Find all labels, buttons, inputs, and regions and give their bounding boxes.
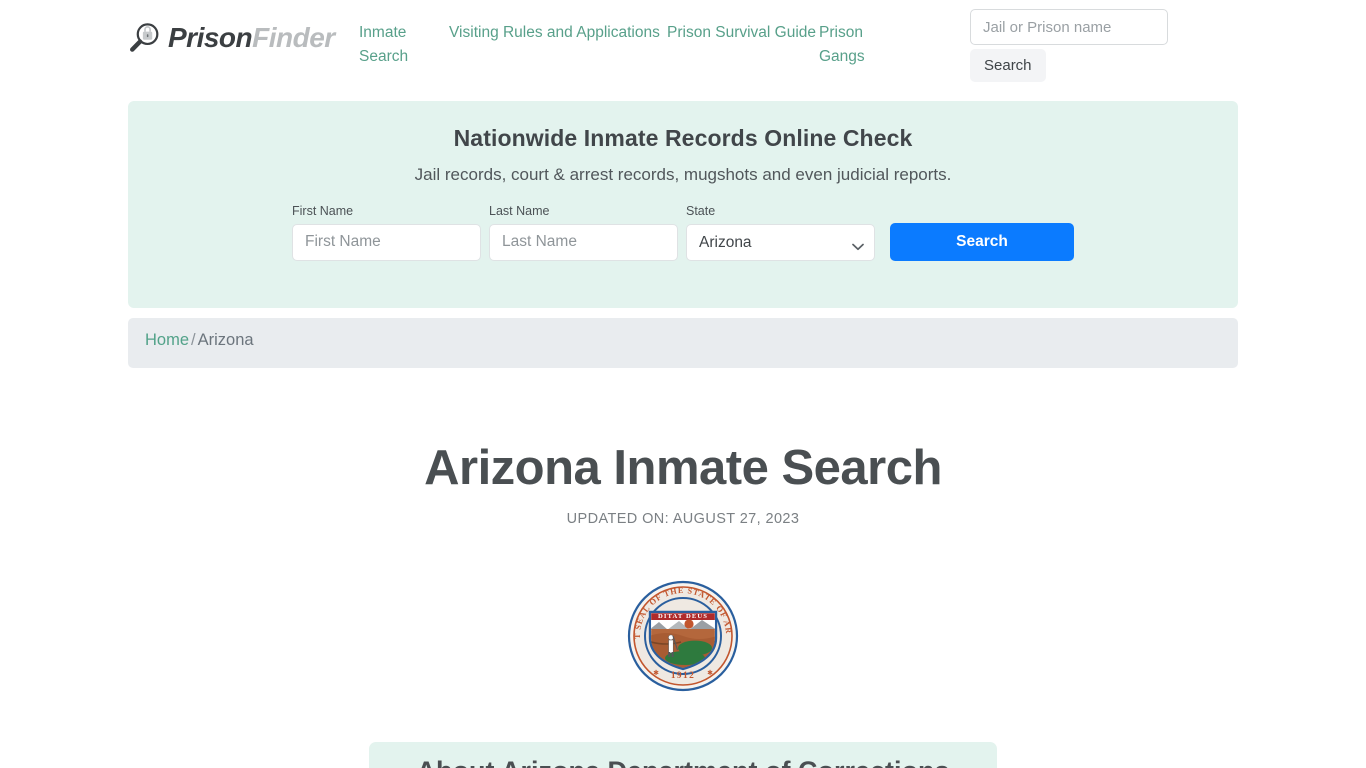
last-name-input[interactable] [489, 223, 678, 261]
form-fields-row: Arizona Search [292, 223, 1074, 261]
brand-text-prison: Prison [168, 22, 253, 53]
first-name-input[interactable] [292, 223, 481, 261]
main-navigation: Inmate Search Visiting Rules and Applica… [359, 21, 969, 69]
nav-link-label[interactable]: Visiting Rules and Applications [449, 21, 667, 45]
hero-banner: Nationwide Inmate Records Online Check J… [128, 101, 1238, 308]
nav-link-label[interactable]: Inmate Search [359, 21, 449, 69]
hero-subtitle: Jail records, court & arrest records, mu… [414, 165, 952, 184]
inmate-search-form: First Name Last Name State Arizona [292, 204, 1074, 261]
breadcrumb-current-arizona: Arizona [197, 331, 254, 349]
brand-logo-link[interactable]: PrisonFinder [128, 21, 335, 55]
svg-text:✱: ✱ [707, 669, 713, 677]
about-department-card: About Arizona Department of Corrections [369, 742, 997, 768]
page-title: Arizona Inmate Search [424, 441, 942, 495]
updated-on-text: UPDATED ON: AUGUST 27, 2023 [566, 511, 800, 527]
site-header: PrisonFinder Inmate Search Visiting Rule… [0, 0, 1366, 92]
magnifier-padlock-icon [128, 21, 162, 55]
svg-text:DITAT DEUS: DITAT DEUS [658, 613, 708, 620]
label-state: State [686, 204, 716, 218]
breadcrumb-bar: Home / Arizona [128, 318, 1238, 368]
nav-item-visiting-rules-and-applications[interactable]: Visiting Rules and Applications [449, 21, 667, 45]
label-last-name: Last Name [489, 204, 550, 218]
header-search-button[interactable]: Search [970, 49, 1046, 82]
hero-search-submit-button[interactable]: Search [890, 223, 1074, 261]
svg-text:✱: ✱ [653, 669, 659, 677]
arizona-state-seal-icon: GREAT SEAL OF THE STATE OF ARIZONA DITAT… [623, 573, 739, 692]
nav-item-inmate-search[interactable]: Inmate Search [359, 21, 449, 69]
about-card-title: About Arizona Department of Corrections [369, 742, 997, 768]
brand-text-finder: Finder [252, 22, 335, 53]
nav-link-label[interactable]: Prison Gangs [819, 21, 899, 69]
breadcrumb: Home / Arizona [145, 331, 254, 350]
header-inner: PrisonFinder Inmate Search Visiting Rule… [128, 0, 1238, 92]
state-select-wrapper: Arizona [686, 223, 875, 261]
nav-item-prison-gangs[interactable]: Prison Gangs [819, 21, 899, 69]
state-select[interactable]: Arizona [686, 223, 875, 261]
svg-text:1912: 1912 [671, 671, 695, 681]
nav-link-label[interactable]: Prison Survival Guide [667, 21, 819, 45]
breadcrumb-link-home[interactable]: Home [145, 331, 189, 349]
breadcrumb-separator: / [191, 331, 196, 349]
brand-wordmark: PrisonFinder [168, 24, 335, 52]
nav-item-prison-survival-guide[interactable]: Prison Survival Guide [667, 21, 819, 45]
header-search-input[interactable] [970, 9, 1168, 45]
hero-title: Nationwide Inmate Records Online Check [453, 125, 913, 151]
page-root: PrisonFinder Inmate Search Visiting Rule… [0, 0, 1366, 768]
header-search-form: Search [970, 9, 1170, 82]
label-first-name: First Name [292, 204, 354, 218]
form-labels-row: First Name Last Name State [292, 204, 1074, 218]
